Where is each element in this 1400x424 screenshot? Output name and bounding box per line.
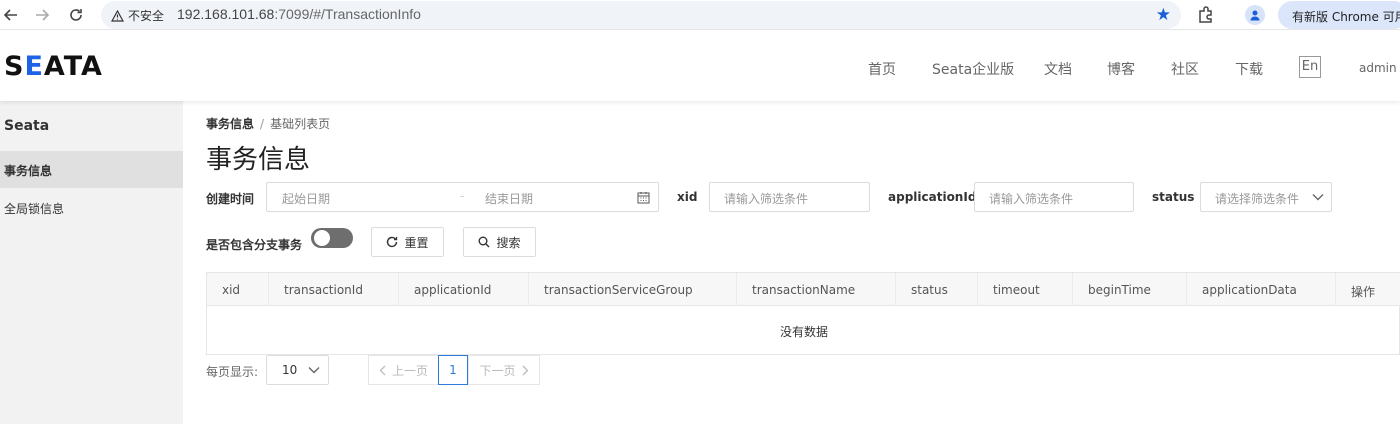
table-header: xid transactionId applicationId transact… xyxy=(207,273,1400,306)
bookmark-star-icon[interactable]: ★ xyxy=(1156,5,1171,25)
reset-icon xyxy=(387,236,398,248)
application-id-label: applicationId xyxy=(888,190,977,204)
date-range-separator: - xyxy=(460,189,465,203)
page-title: 事务信息 xyxy=(206,145,311,175)
chevron-right-icon xyxy=(522,365,528,375)
address-bar[interactable]: 不安全 192.168.101.68:7099/#/TransactionInf… xyxy=(101,1,1181,29)
status-select-placeholder: 请选择筛选条件 xyxy=(1215,192,1300,206)
security-label: 不安全 xyxy=(128,9,165,23)
warning-icon xyxy=(111,9,124,22)
logo-letters-ata: ATA xyxy=(43,51,103,82)
status-select[interactable]: 请选择筛选条件 xyxy=(1200,182,1332,212)
search-button[interactable]: 搜索 xyxy=(463,227,536,257)
language-switch[interactable]: En xyxy=(1299,56,1321,78)
breadcrumb-current[interactable]: 事务信息 xyxy=(206,117,254,131)
nav-docs[interactable]: 文档 xyxy=(1044,59,1072,79)
column-header-application-data[interactable]: applicationData xyxy=(1187,273,1336,306)
date-range-picker[interactable]: 起始日期 - 结束日期 xyxy=(266,182,659,212)
breadcrumb: 事务信息 / 基础列表页 xyxy=(206,115,330,132)
column-header-begin-time[interactable]: beginTime xyxy=(1073,273,1187,306)
next-page-button[interactable]: 下一页 xyxy=(468,355,540,385)
chrome-update-button[interactable]: 有新版 Chrome 可用 xyxy=(1278,1,1400,29)
reset-button[interactable]: 重置 xyxy=(371,227,444,257)
reload-icon[interactable] xyxy=(65,4,87,26)
created-time-label: 创建时间 xyxy=(206,192,255,206)
column-header-application-id[interactable]: applicationId xyxy=(399,273,529,306)
prev-page-button[interactable]: 上一页 xyxy=(368,355,439,385)
page-number-current[interactable]: 1 xyxy=(438,355,468,385)
sidebar-item-transaction-info[interactable]: 事务信息 xyxy=(0,151,183,188)
logo-letter-e: E xyxy=(24,51,44,82)
prev-page-label: 上一页 xyxy=(391,363,428,378)
column-header-transaction-name[interactable]: transactionName xyxy=(737,273,896,306)
per-page-value: 10 xyxy=(282,363,298,377)
sidebar-item-global-lock[interactable]: 全局锁信息 xyxy=(0,189,183,226)
logo-letter-s: S xyxy=(4,51,25,82)
sidebar-item-label: 事务信息 xyxy=(4,164,53,178)
search-label: 搜索 xyxy=(496,235,521,250)
chevron-down-icon xyxy=(308,367,320,374)
nav-home[interactable]: 首页 xyxy=(868,59,896,79)
per-page-label: 每页显示: xyxy=(206,365,259,379)
column-header-status[interactable]: status xyxy=(896,273,978,306)
column-header-transaction-id[interactable]: transactionId xyxy=(269,273,399,306)
nav-community[interactable]: 社区 xyxy=(1171,59,1199,79)
security-indicator[interactable]: 不安全 xyxy=(111,7,164,24)
column-header-actions: 操作 xyxy=(1351,285,1376,299)
sidebar-item-label: 全局锁信息 xyxy=(4,202,65,216)
chevron-left-icon xyxy=(379,365,386,375)
transaction-table: xid transactionId applicationId transact… xyxy=(206,272,1400,355)
browser-toolbar: 不安全 192.168.101.68:7099/#/TransactionInf… xyxy=(0,0,1400,30)
include-branch-label: 是否包含分支事务 xyxy=(206,238,303,252)
nav-download[interactable]: 下载 xyxy=(1235,59,1263,79)
xid-label: xid xyxy=(677,190,698,204)
url-host: 192.168.101.68 xyxy=(177,6,275,22)
seata-logo[interactable]: SEATA xyxy=(4,51,103,82)
xid-input[interactable]: 请输入筛选条件 xyxy=(709,182,870,212)
breadcrumb-separator: / xyxy=(260,117,265,131)
calendar-icon xyxy=(637,192,650,204)
sidebar: Seata 事务信息 全局锁信息 xyxy=(0,101,183,424)
application-id-input[interactable]: 请输入筛选条件 xyxy=(974,182,1134,212)
user-name[interactable]: admin xyxy=(1359,61,1397,75)
search-icon xyxy=(478,236,490,248)
column-header-timeout[interactable]: timeout xyxy=(978,273,1073,306)
sidebar-title: Seata xyxy=(4,118,50,134)
url-text: 192.168.101.68:7099/#/TransactionInfo xyxy=(177,6,421,22)
back-arrow-icon[interactable] xyxy=(0,4,22,26)
include-branch-toggle[interactable] xyxy=(311,228,353,248)
column-header-transaction-service-group[interactable]: transactionServiceGroup xyxy=(529,273,737,306)
status-label: status xyxy=(1152,190,1195,204)
extensions-puzzle-icon[interactable] xyxy=(1196,5,1216,25)
start-date-input[interactable]: 起始日期 xyxy=(282,190,330,207)
next-page-label: 下一页 xyxy=(479,363,516,378)
end-date-input[interactable]: 结束日期 xyxy=(485,190,533,207)
nav-enterprise[interactable]: Seata企业版 xyxy=(932,59,1014,79)
chevron-down-icon xyxy=(1312,194,1324,201)
empty-state-text: 没有数据 xyxy=(779,325,828,339)
profile-avatar-icon[interactable] xyxy=(1245,5,1265,25)
url-path: :7099/#/TransactionInfo xyxy=(274,6,421,22)
per-page-select[interactable]: 10 xyxy=(266,355,329,385)
app-header: SEATA 首页 Seata企业版 文档 博客 社区 下载 En admin xyxy=(0,31,1400,101)
toggle-knob xyxy=(314,230,330,246)
nav-blog[interactable]: 博客 xyxy=(1107,59,1135,79)
column-header-xid[interactable]: xid xyxy=(207,273,269,306)
forward-arrow-icon[interactable] xyxy=(31,4,53,26)
reset-label: 重置 xyxy=(404,235,429,250)
breadcrumb-page: 基础列表页 xyxy=(270,117,331,131)
